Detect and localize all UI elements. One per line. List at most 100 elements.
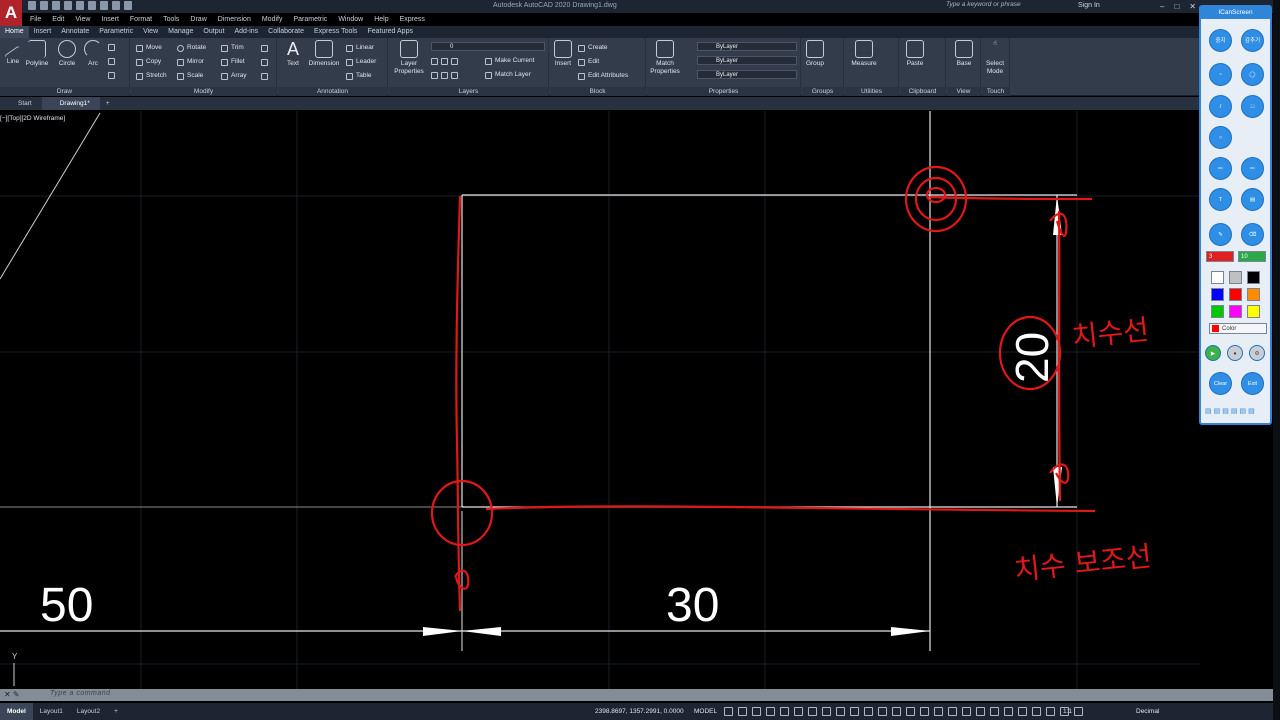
add-layout-button[interactable]: + [107, 703, 125, 720]
file-tab-start[interactable]: Start [0, 97, 42, 110]
line-draw-icon[interactable]: / [1209, 95, 1232, 118]
tab-parametric[interactable]: Parametric [94, 26, 138, 38]
stop-button[interactable]: 중지 [1209, 29, 1232, 52]
color-picker-select[interactable]: Color [1209, 323, 1267, 334]
linetype-dropdown[interactable]: ByLayer [697, 56, 797, 65]
marker-icon[interactable]: ✏ [1241, 157, 1264, 180]
annotation-scale[interactable]: 1:1 [1063, 708, 1072, 715]
selection-cycling-icon[interactable] [850, 707, 859, 716]
rectangle-draw-icon[interactable]: □ [1241, 95, 1264, 118]
menu-dimension[interactable]: Dimension [218, 16, 251, 23]
record-icon[interactable]: ● [1227, 345, 1243, 361]
transparency-icon[interactable] [836, 707, 845, 716]
menu-edit[interactable]: Edit [52, 16, 64, 23]
drawing-canvas[interactable]: 50 30 20 치수선 치수 보조선 Y [0, 111, 1280, 689]
object-snap-icon[interactable] [808, 707, 817, 716]
menu-view[interactable]: View [75, 16, 90, 23]
annotation-monitor-icon[interactable] [976, 707, 985, 716]
gizmo-icon[interactable] [906, 707, 915, 716]
icanscreen-bottom-icons[interactable]: ▤▤▤▤▤▤ [1205, 407, 1257, 415]
tab-home[interactable]: Home [0, 26, 29, 38]
eraser-size-select[interactable]: 10 [1238, 251, 1266, 262]
color-swatch-magenta[interactable] [1229, 305, 1242, 318]
tab-express-tools[interactable]: Express Tools [309, 26, 362, 38]
close-icon[interactable]: ✕ [1189, 2, 1196, 11]
color-swatch-white[interactable] [1211, 271, 1224, 284]
auto-scale-icon[interactable] [934, 707, 943, 716]
object-snap-tracking-icon[interactable] [794, 707, 803, 716]
menu-tools[interactable]: Tools [163, 16, 179, 23]
lasso-icon[interactable]: ◯ [1241, 63, 1264, 86]
lineweight-dropdown[interactable]: ByLayer [697, 70, 797, 79]
freehand-pen-icon[interactable]: ~ [1209, 63, 1232, 86]
open-icon[interactable] [40, 1, 48, 10]
customization-icon[interactable] [1074, 707, 1083, 716]
drawing-units[interactable]: Decimal [1136, 708, 1159, 715]
polar-icon[interactable] [766, 707, 775, 716]
model-space-toggle[interactable]: MODEL [694, 708, 717, 715]
new-icon[interactable] [28, 1, 36, 10]
color-swatch-gray[interactable] [1229, 271, 1242, 284]
offset-tool[interactable] [261, 71, 268, 81]
array-tool[interactable]: Array [221, 71, 247, 81]
linear-tool[interactable]: Linear [346, 43, 374, 53]
minimize-icon[interactable]: – [1160, 2, 1164, 11]
web-save-icon[interactable] [88, 1, 96, 10]
units-icon[interactable] [990, 707, 999, 716]
app-menu-button[interactable]: A [0, 0, 22, 26]
tab-output[interactable]: Output [198, 26, 229, 38]
hide-button[interactable]: 감추기 [1241, 29, 1264, 52]
text-tool[interactable]: A Text [280, 40, 306, 68]
copy-tool[interactable]: Copy [136, 57, 161, 67]
tab-annotate[interactable]: Annotate [56, 26, 94, 38]
command-line-buttons[interactable]: ✕ ✎ [4, 690, 20, 699]
board-icon[interactable]: ▤ [1241, 188, 1264, 211]
layer-dropdown[interactable]: 0 [431, 42, 545, 51]
gradient-tool[interactable] [108, 70, 115, 80]
command-input[interactable]: Type a command [50, 690, 111, 697]
paste-button[interactable]: Paste [902, 40, 928, 68]
tab-insert[interactable]: Insert [29, 26, 57, 38]
arc-tool[interactable]: Arc [80, 40, 106, 68]
tab-collaborate[interactable]: Collaborate [263, 26, 309, 38]
dimension-tool[interactable]: Dimension [306, 40, 342, 68]
save-as-icon[interactable] [64, 1, 72, 10]
rectangle-geometry[interactable] [461, 111, 1077, 651]
stretch-tool[interactable]: Stretch [136, 71, 167, 81]
pen-icon[interactable]: ✎ [1209, 223, 1232, 246]
lineweight-icon[interactable] [822, 707, 831, 716]
isolate-objects-icon[interactable] [1032, 707, 1041, 716]
menu-insert[interactable]: Insert [101, 16, 119, 23]
menu-modify[interactable]: Modify [262, 16, 283, 23]
color-dropdown[interactable]: ByLayer [697, 42, 797, 51]
mirror-tool[interactable]: Mirror [177, 57, 204, 67]
select-mode-button[interactable]: ☝ Select Mode [982, 40, 1008, 76]
touch-panel-title[interactable]: Touch [982, 87, 1009, 96]
lock-ui-icon[interactable] [1018, 707, 1027, 716]
text-draw-icon[interactable]: T [1209, 188, 1232, 211]
color-swatch-red[interactable] [1229, 288, 1242, 301]
dimension-value-30[interactable]: 30 [666, 579, 719, 632]
clear-button[interactable]: Clear [1209, 372, 1232, 395]
insert-block-button[interactable]: Insert [550, 40, 576, 68]
menu-express[interactable]: Express [400, 16, 425, 23]
modify-panel-title[interactable]: Modify [131, 87, 276, 96]
trim-tool[interactable]: Trim [221, 43, 244, 53]
isodraft-icon[interactable] [780, 707, 789, 716]
hatch-tool[interactable] [108, 56, 115, 66]
color-swatch-yellow[interactable] [1247, 305, 1260, 318]
sign-in-link[interactable]: Sign In [1078, 2, 1100, 9]
menu-window[interactable]: Window [338, 16, 363, 23]
layout-tab-layout2[interactable]: Layout2 [70, 703, 107, 720]
rectangle-tool[interactable] [108, 42, 115, 52]
tab-featured-apps[interactable]: Featured Apps [362, 26, 418, 38]
fillet-tool[interactable]: Fillet [221, 57, 245, 67]
circle-draw-icon[interactable]: ○ [1209, 126, 1232, 149]
pen-size-select[interactable]: 3 [1206, 251, 1234, 262]
quick-properties-icon[interactable] [1004, 707, 1013, 716]
highlighter-icon[interactable]: ✏ [1209, 157, 1232, 180]
eraser-icon[interactable]: ⌫ [1241, 223, 1264, 246]
save-icon[interactable] [52, 1, 60, 10]
table-tool[interactable]: Table [346, 71, 372, 81]
move-tool[interactable]: Move [136, 43, 162, 53]
